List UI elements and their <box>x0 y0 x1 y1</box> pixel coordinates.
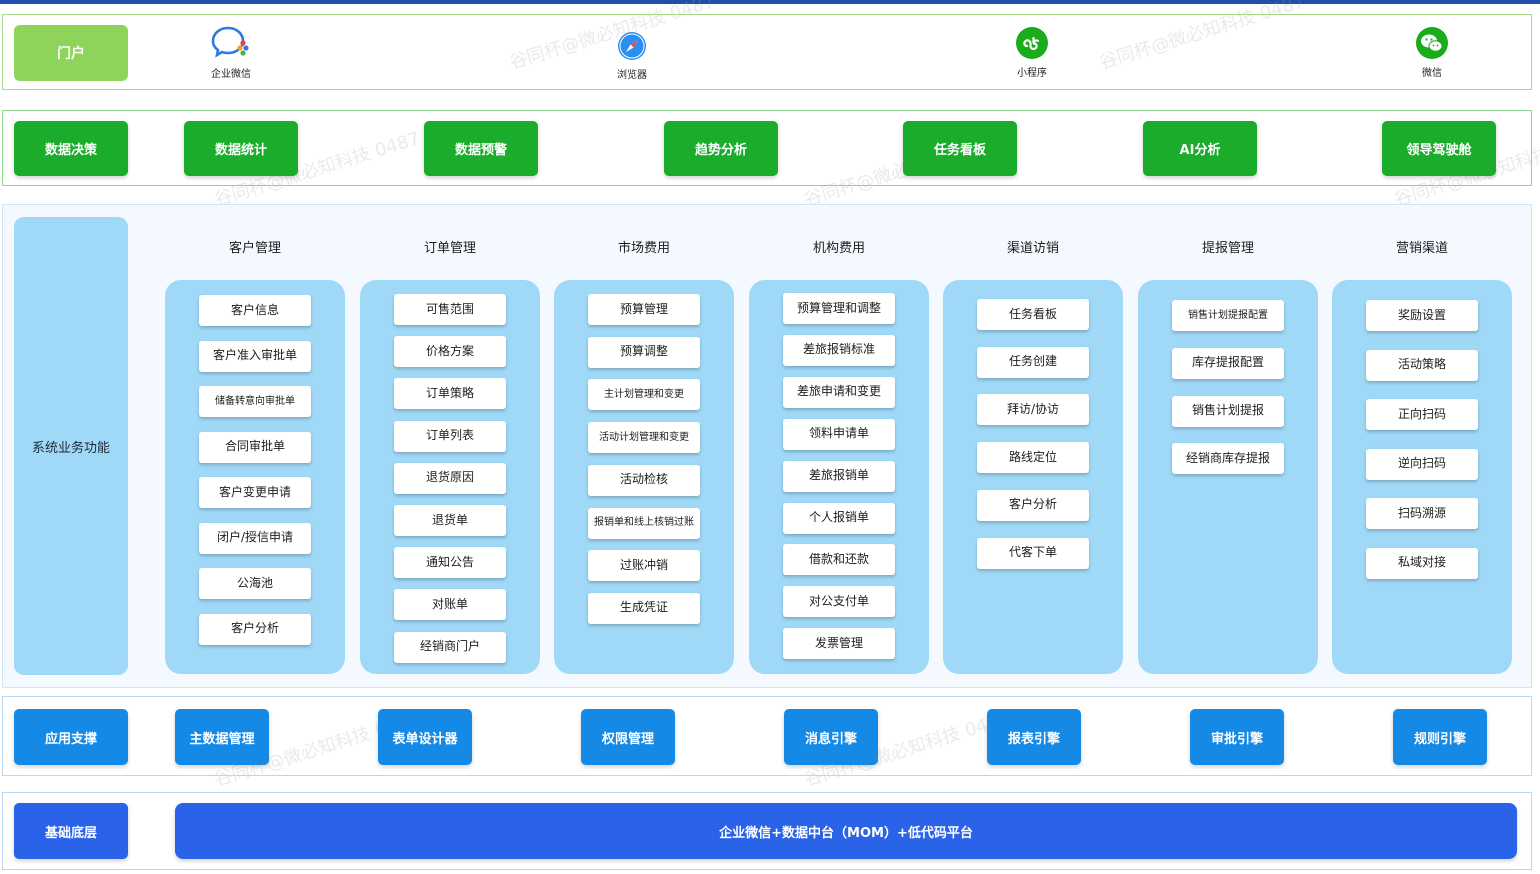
function-item[interactable]: 客户变更申请 <box>199 477 311 508</box>
portal-entry-label: 企业微信 <box>211 69 251 80</box>
support-button[interactable]: 审批引擎 <box>1190 709 1284 765</box>
function-item[interactable]: 客户信息 <box>199 295 311 326</box>
function-item[interactable]: 活动计划管理和变更 <box>588 422 700 454</box>
function-item[interactable]: 奖励设置 <box>1366 300 1478 331</box>
function-item[interactable]: 代客下单 <box>977 537 1089 569</box>
wechat-icon <box>1416 27 1448 59</box>
function-item[interactable]: 预算调整 <box>588 336 700 368</box>
function-item[interactable]: 差旅报销标准 <box>783 334 895 366</box>
function-item[interactable]: 任务看板 <box>977 299 1089 330</box>
column-panel: 销售计划提报配置 库存提报配置 销售计划提报 经销商库存提报 <box>1138 280 1318 674</box>
function-item[interactable]: 可售范围 <box>394 294 506 325</box>
function-item[interactable]: 订单策略 <box>394 378 506 410</box>
column-title: 市场费用 <box>617 241 670 256</box>
function-item[interactable]: 活动策略 <box>1366 349 1478 381</box>
function-item[interactable]: 借款和还款 <box>783 544 895 576</box>
support-button[interactable]: 规则引擎 <box>1393 709 1487 765</box>
function-item[interactable]: 任务创建 <box>977 346 1089 378</box>
function-item[interactable]: 销售计划提报 <box>1172 395 1284 427</box>
analysis-button[interactable]: 趋势分析 <box>664 121 778 176</box>
compass-icon <box>618 32 646 60</box>
column-title: 机构费用 <box>812 241 865 256</box>
function-item[interactable]: 库存提报配置 <box>1172 347 1284 379</box>
function-item[interactable]: 通知公告 <box>394 547 506 579</box>
portal-entry-browser[interactable]: 浏览器 <box>592 30 672 81</box>
function-item[interactable]: 客户分析 <box>977 489 1089 521</box>
function-item[interactable]: 订单列表 <box>394 420 506 452</box>
function-item[interactable]: 退货原因 <box>394 462 506 494</box>
column-title: 客户管理 <box>228 241 281 256</box>
function-item[interactable]: 逆向扫码 <box>1366 448 1478 480</box>
function-item[interactable]: 预算管理 <box>588 294 700 325</box>
function-item[interactable]: 价格方案 <box>394 336 506 368</box>
analysis-button[interactable]: 数据决策 <box>14 121 128 176</box>
function-item[interactable]: 正向扫码 <box>1366 399 1478 430</box>
function-item[interactable]: 合同审批单 <box>199 431 311 463</box>
column-title: 营销渠道 <box>1395 241 1448 256</box>
support-button[interactable]: 表单设计器 <box>378 709 472 765</box>
support-label: 应用支撑 <box>14 709 128 765</box>
function-item[interactable]: 私域对接 <box>1366 547 1478 579</box>
column-title: 订单管理 <box>423 241 476 256</box>
platform-bar[interactable]: 企业微信+数据中台（MOM）+低代码平台 <box>175 803 1517 859</box>
column-title: 提报管理 <box>1201 241 1254 256</box>
function-item[interactable]: 公海池 <box>199 568 311 599</box>
function-item[interactable]: 扫码溯源 <box>1366 498 1478 529</box>
function-item[interactable]: 退货单 <box>394 505 506 536</box>
function-item[interactable]: 销售计划提报配置 <box>1172 300 1284 331</box>
business-label: 系统业务功能 <box>14 217 128 675</box>
column-panel: 奖励设置活动策略正向扫码逆向扫码扫码溯源私域对接 <box>1332 280 1512 674</box>
support-button[interactable]: 主数据管理 <box>175 709 269 765</box>
function-item[interactable]: 对账单 <box>394 589 506 621</box>
function-item[interactable]: 拜访/协访 <box>977 394 1089 426</box>
column-panel: 预算管理预算调整主计划管理和变更 活动计划管理和变更 活动检核报销单和线上核销过账过… <box>554 280 734 674</box>
function-item[interactable]: 过账冲销 <box>588 550 700 582</box>
column-panel: 客户信息客户准入审批单 储备转意向审批单 合同审批单客户变更申请 闭户/授信申请 公海池… <box>165 280 345 674</box>
function-item[interactable]: 路线定位 <box>977 442 1089 474</box>
function-item[interactable]: 闭户/授信申请 <box>199 522 311 554</box>
support-button[interactable]: 权限管理 <box>581 709 675 765</box>
function-item[interactable]: 客户准入审批单 <box>199 340 311 372</box>
function-item[interactable]: 主计划管理和变更 <box>588 379 700 411</box>
function-item[interactable]: 对公支付单 <box>783 586 895 618</box>
analysis-button[interactable]: 数据预警 <box>424 121 538 176</box>
column-title: 渠道访销 <box>1006 241 1059 256</box>
support-button[interactable]: 报表引擎 <box>987 709 1081 765</box>
function-item[interactable]: 个人报销单 <box>783 502 895 534</box>
portal-entry-wechat[interactable]: 微信 <box>1392 26 1472 79</box>
function-item[interactable]: 生成凭证 <box>588 592 700 624</box>
analysis-button[interactable]: 任务看板 <box>903 121 1017 176</box>
column-panel: 可售范围价格方案订单策略订单列表退货原因退货单通知公告对账单经销商门户 <box>360 280 540 674</box>
portal-entry-label: 浏览器 <box>617 70 647 81</box>
support-button[interactable]: 消息引擎 <box>784 709 878 765</box>
function-item[interactable]: 经销商库存提报 <box>1172 443 1284 475</box>
mini-program-icon <box>1016 27 1048 59</box>
analysis-button[interactable]: 数据统计 <box>184 121 298 176</box>
column-panel: 预算管理和调整 差旅报销标准 差旅申请和变更 领料申请单差旅报销单个人报销单借款和还款… <box>749 280 929 674</box>
function-item[interactable]: 差旅申请和变更 <box>783 376 895 408</box>
column-panel: 任务看板任务创建拜访/协访路线定位客户分析代客下单 <box>943 280 1123 674</box>
portal-entry-miniprogram[interactable]: 小程序 <box>992 26 1072 79</box>
portal-entry-label: 小程序 <box>1017 68 1047 79</box>
function-item[interactable]: 发票管理 <box>783 628 895 660</box>
function-item[interactable]: 储备转意向审批单 <box>199 386 311 417</box>
function-item[interactable]: 报销单和线上核销过账 <box>588 507 700 539</box>
function-item[interactable]: 经销商门户 <box>394 631 506 663</box>
portal-entry-wecom[interactable]: 企业微信 <box>191 25 271 80</box>
function-item[interactable]: 差旅报销单 <box>783 460 895 492</box>
function-item[interactable]: 客户分析 <box>199 613 311 645</box>
portal-entry-label: 微信 <box>1422 68 1442 79</box>
function-item[interactable]: 领料申请单 <box>783 418 895 450</box>
analysis-button[interactable]: AI分析 <box>1143 121 1257 176</box>
function-item[interactable]: 活动检核 <box>588 464 700 496</box>
base-label: 基础底层 <box>14 803 128 859</box>
wecom-icon <box>211 26 249 58</box>
analysis-button[interactable]: 领导驾驶舱 <box>1382 121 1496 176</box>
top-rule <box>0 0 1540 4</box>
portal-label: 门户 <box>14 25 128 81</box>
function-item[interactable]: 预算管理和调整 <box>783 293 895 324</box>
